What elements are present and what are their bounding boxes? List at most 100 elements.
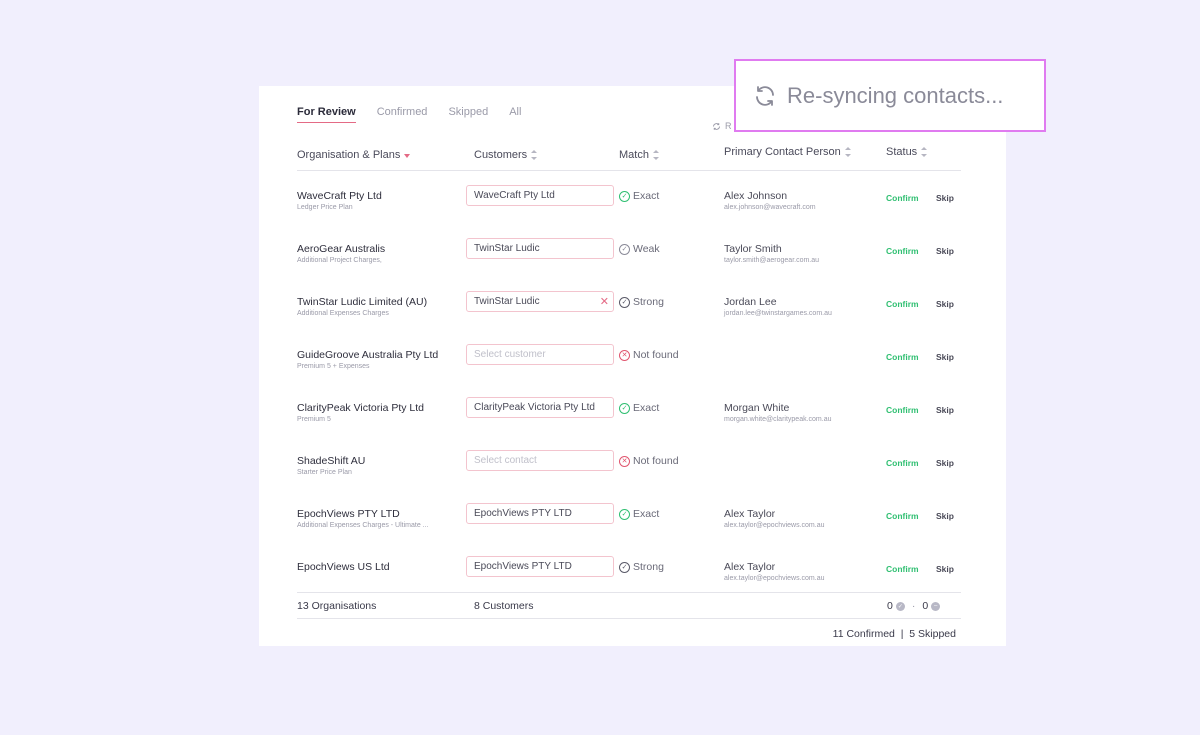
column-customers[interactable]: Customers xyxy=(474,149,538,161)
table-row: WaveCraft Pty Ltd Ledger Price Plan Wave… xyxy=(297,174,961,227)
org-name: ShadeShift AU xyxy=(297,455,366,467)
skip-button[interactable]: Skip xyxy=(936,405,954,415)
contact-email: alex.taylor@epochviews.com.au xyxy=(724,575,825,582)
refresh-icon xyxy=(713,122,720,130)
sort-icon xyxy=(921,147,928,157)
header-divider xyxy=(297,170,961,171)
confirm-button[interactable]: Confirm xyxy=(886,246,919,256)
skip-button[interactable]: Skip xyxy=(936,299,954,309)
x-circle-icon: ✕ xyxy=(619,455,630,467)
column-contact[interactable]: Primary Contact Person xyxy=(724,146,851,158)
skip-button[interactable]: Skip xyxy=(936,458,954,468)
customer-select[interactable]: TwinStar Ludic ✕ xyxy=(466,291,614,312)
match-indicator: ✓ Exact xyxy=(619,190,659,202)
toast-text: Re-syncing contacts... xyxy=(787,82,1004,108)
contact-email: morgan.white@claritypeak.com.au xyxy=(724,416,832,423)
org-name: AeroGear Australis xyxy=(297,243,386,255)
table-row: ShadeShift AU Starter Price Plan Select … xyxy=(297,439,961,492)
customer-count: 8 Customers xyxy=(474,600,534,612)
contact-email: taylor.smith@aerogear.com.au xyxy=(724,257,820,264)
match-indicator: ✓ Exact xyxy=(619,402,659,414)
skip-button[interactable]: Skip xyxy=(936,511,954,521)
org-name: WaveCraft Pty Ltd xyxy=(297,190,382,202)
skip-icon: – xyxy=(931,601,941,611)
org-name: TwinStar Ludic Limited (AU) xyxy=(297,296,428,308)
footer-divider xyxy=(297,592,961,593)
sort-icon xyxy=(652,150,659,160)
check-circle-icon: ✓ xyxy=(619,190,630,202)
table-row: ClarityPeak Victoria Pty Ltd Premium 5 C… xyxy=(297,386,961,439)
org-count: 13 Organisations xyxy=(297,600,377,612)
resync-toast: Re-syncing contacts... xyxy=(734,59,1046,132)
check-circle-icon: ✓ xyxy=(619,243,630,255)
table-row: GuideGroove Australia Pty Ltd Premium 5 … xyxy=(297,333,961,386)
table-row: AeroGear Australis Additional Project Ch… xyxy=(297,227,961,280)
plan-name: Additional Expenses Charges xyxy=(297,310,389,317)
contact-email: alex.taylor@epochviews.com.au xyxy=(724,522,825,529)
match-indicator: ✓ Strong xyxy=(619,561,664,573)
check-icon: ✓ xyxy=(895,601,905,611)
review-card: For Review Confirmed Skipped All R Organ… xyxy=(259,86,1006,646)
resync-label: R xyxy=(725,121,732,131)
contact-name: Alex Taylor xyxy=(724,508,776,520)
column-status[interactable]: Status xyxy=(886,146,928,158)
customer-select[interactable]: TwinStar Ludic xyxy=(466,238,614,259)
org-name: ClarityPeak Victoria Pty Ltd xyxy=(297,402,425,414)
check-circle-icon: ✓ xyxy=(619,508,630,520)
skip-button[interactable]: Skip xyxy=(936,564,954,574)
table-row: EpochViews PTY LTD Additional Expenses C… xyxy=(297,492,961,545)
tab-bar: For Review Confirmed Skipped All xyxy=(297,106,521,123)
org-name: EpochViews US Ltd xyxy=(297,561,390,573)
org-name: GuideGroove Australia Pty Ltd xyxy=(297,349,439,361)
customer-select[interactable]: Select contact xyxy=(466,450,614,471)
column-org[interactable]: Organisation & Plans xyxy=(297,149,411,161)
skip-button[interactable]: Skip xyxy=(936,246,954,256)
match-indicator: ✕ Not found xyxy=(619,455,679,467)
match-indicator: ✓ Strong xyxy=(619,296,664,308)
customer-select[interactable]: EpochViews PTY LTD xyxy=(466,556,614,577)
customer-select[interactable]: Select customer xyxy=(466,344,614,365)
sort-icon xyxy=(844,147,851,157)
contact-email: alex.johnson@wavecraft.com xyxy=(724,204,816,211)
confirm-button[interactable]: Confirm xyxy=(886,299,919,309)
plan-name: Additional Project Charges, xyxy=(297,257,382,264)
table-body: WaveCraft Pty Ltd Ledger Price Plan Wave… xyxy=(297,174,961,598)
plan-name: Premium 5 xyxy=(297,416,331,423)
clear-icon[interactable]: ✕ xyxy=(600,295,609,308)
confirm-button[interactable]: Confirm xyxy=(886,193,919,203)
resync-button[interactable]: R xyxy=(712,121,732,131)
confirm-button[interactable]: Confirm xyxy=(886,511,919,521)
customer-select[interactable]: ClarityPeak Victoria Pty Ltd xyxy=(466,397,614,418)
sort-desc-icon xyxy=(404,154,411,158)
org-name: EpochViews PTY LTD xyxy=(297,508,400,520)
confirm-button[interactable]: Confirm xyxy=(886,458,919,468)
confirm-button[interactable]: Confirm xyxy=(886,352,919,362)
tab-all[interactable]: All xyxy=(509,106,521,123)
summary-text: 11 Confirmed | 5 Skipped xyxy=(832,628,956,640)
status-counts: 0 ✓ · 0 – xyxy=(887,600,941,612)
tab-skipped[interactable]: Skipped xyxy=(448,106,488,123)
plan-name: Additional Expenses Charges - Ultimate .… xyxy=(297,522,429,529)
skip-button[interactable]: Skip xyxy=(936,352,954,362)
contact-email: jordan.lee@twinstargames.com.au xyxy=(724,310,832,317)
customer-select[interactable]: EpochViews PTY LTD xyxy=(466,503,614,524)
skip-button[interactable]: Skip xyxy=(936,193,954,203)
check-circle-icon: ✓ xyxy=(619,402,630,414)
tab-for-review[interactable]: For Review xyxy=(297,106,356,123)
match-indicator: ✓ Exact xyxy=(619,508,659,520)
match-indicator: ✕ Not found xyxy=(619,349,679,361)
customer-select[interactable]: WaveCraft Pty Ltd xyxy=(466,185,614,206)
column-match[interactable]: Match xyxy=(619,149,659,161)
table-row: TwinStar Ludic Limited (AU) Additional E… xyxy=(297,280,961,333)
confirm-button[interactable]: Confirm xyxy=(886,405,919,415)
check-circle-icon: ✓ xyxy=(619,296,630,308)
table-row: EpochViews US Ltd EpochViews PTY LTD ✓ S… xyxy=(297,545,961,598)
confirm-button[interactable]: Confirm xyxy=(886,564,919,574)
tab-confirmed[interactable]: Confirmed xyxy=(377,106,428,123)
plan-name: Starter Price Plan xyxy=(297,469,352,476)
contact-name: Alex Johnson xyxy=(724,190,788,202)
refresh-icon xyxy=(756,85,774,106)
sort-icon xyxy=(531,150,538,160)
contact-name: Alex Taylor xyxy=(724,561,776,573)
plan-name: Premium 5 + Expenses xyxy=(297,363,370,370)
